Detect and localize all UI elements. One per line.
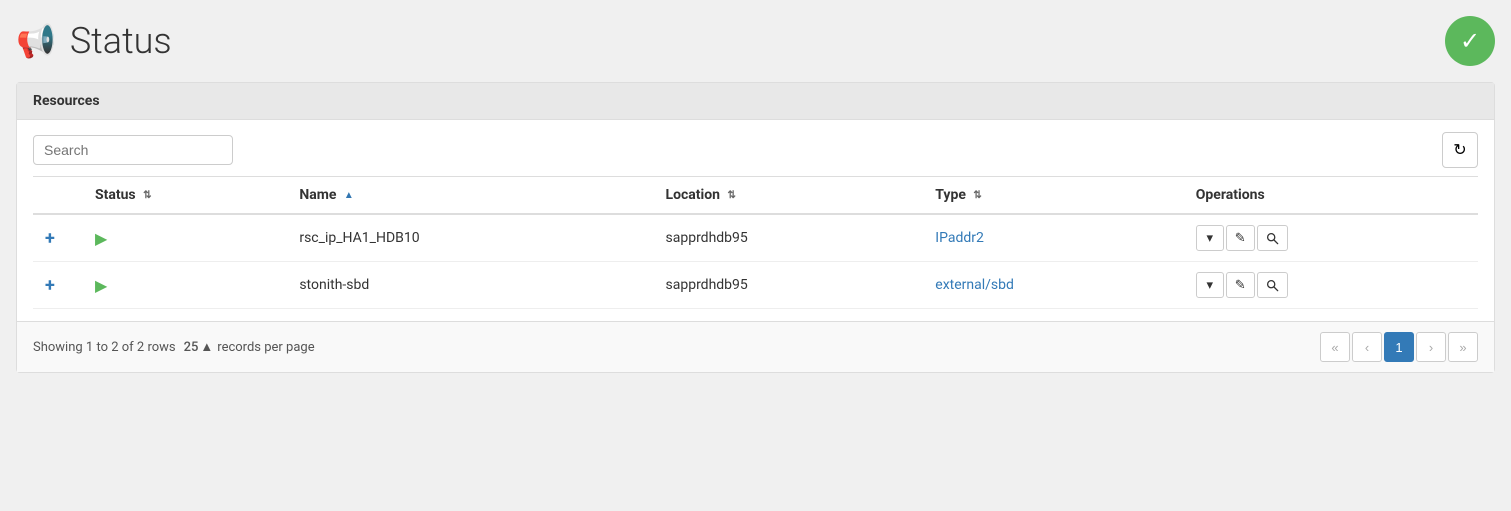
type-link[interactable]: IPaddr2 <box>935 230 984 246</box>
refresh-button[interactable]: ↻ <box>1442 132 1478 168</box>
page-title: Status <box>70 20 172 62</box>
panel-body: ↻ Status ⇅ Name ▲ Location ⇅ <box>17 120 1494 321</box>
col-name[interactable]: Name ▲ <box>287 177 653 215</box>
showing-text: Showing 1 to 2 of 2 rows <box>33 340 176 355</box>
ops-group: ▾✎ <box>1196 225 1466 251</box>
row-operations-cell: ▾✎ <box>1184 214 1478 262</box>
refresh-icon: ↻ <box>1453 140 1466 160</box>
col-location[interactable]: Location ⇅ <box>654 177 924 215</box>
row-expand-cell: + <box>33 262 83 309</box>
ops-dropdown-button[interactable]: ▾ <box>1196 272 1224 298</box>
panel-title: Resources <box>17 83 1494 120</box>
status-check-badge: ✓ <box>1445 16 1495 66</box>
pagination: « ‹ 1 › » <box>1320 332 1478 362</box>
panel-footer: Showing 1 to 2 of 2 rows 25 ▲ records pe… <box>17 321 1494 372</box>
resources-panel: Resources ↻ Status ⇅ Name ▲ <box>16 82 1495 373</box>
toolbar: ↻ <box>33 132 1478 168</box>
per-page-control: 25 ▲ records per page <box>184 339 315 355</box>
row-status-cell: ▶ <box>83 214 287 262</box>
pagination-page-1-button[interactable]: 1 <box>1384 332 1414 362</box>
per-page-arrow-icon: ▲ <box>200 339 213 355</box>
pagination-next-button[interactable]: › <box>1416 332 1446 362</box>
checkmark-icon: ✓ <box>1460 27 1480 55</box>
col-type[interactable]: Type ⇅ <box>923 177 1184 215</box>
ops-search-button[interactable] <box>1257 225 1288 251</box>
row-operations-cell: ▾✎ <box>1184 262 1478 309</box>
col-status[interactable]: Status ⇅ <box>83 177 287 215</box>
resources-table: Status ⇅ Name ▲ Location ⇅ Type ⇅ <box>33 176 1478 309</box>
ops-group: ▾✎ <box>1196 272 1466 298</box>
search-input[interactable] <box>33 135 233 165</box>
type-link[interactable]: external/sbd <box>935 277 1014 293</box>
row-name-cell: rsc_ip_HA1_HDB10 <box>287 214 653 262</box>
ops-dropdown-button[interactable]: ▾ <box>1196 225 1224 251</box>
add-icon[interactable]: + <box>45 275 55 296</box>
ops-search-button[interactable] <box>1257 272 1288 298</box>
records-per-page-label: records per page <box>217 340 314 355</box>
col-expand <box>33 177 83 215</box>
page-header: 📢 Status ✓ <box>16 16 1495 66</box>
row-expand-cell: + <box>33 214 83 262</box>
per-page-select[interactable]: 25 ▲ <box>184 339 214 355</box>
name-sort-icon: ▲ <box>344 190 354 201</box>
footer-info: Showing 1 to 2 of 2 rows 25 ▲ records pe… <box>33 339 315 355</box>
row-status-cell: ▶ <box>83 262 287 309</box>
running-icon: ▶ <box>95 229 107 248</box>
table-row: + ▶ rsc_ip_HA1_HDB10sapprdhdb95 IPaddr2 ▾✎ <box>33 214 1478 262</box>
type-sort-icon: ⇅ <box>973 190 981 201</box>
megaphone-icon: 📢 <box>16 22 56 60</box>
running-icon: ▶ <box>95 276 107 295</box>
col-operations: Operations <box>1184 177 1478 215</box>
ops-edit-button[interactable]: ✎ <box>1226 225 1255 251</box>
pagination-prev-button[interactable]: ‹ <box>1352 332 1382 362</box>
table-header-row: Status ⇅ Name ▲ Location ⇅ Type ⇅ <box>33 177 1478 215</box>
per-page-value: 25 <box>184 340 199 355</box>
row-name-cell: stonith-sbd <box>287 262 653 309</box>
pagination-last-button[interactable]: » <box>1448 332 1478 362</box>
add-icon[interactable]: + <box>45 228 55 249</box>
status-sort-icon: ⇅ <box>143 190 151 201</box>
location-sort-icon: ⇅ <box>727 190 735 201</box>
header-left: 📢 Status <box>16 20 172 62</box>
row-location-cell: sapprdhdb95 <box>654 214 924 262</box>
row-location-cell: sapprdhdb95 <box>654 262 924 309</box>
row-type-cell: external/sbd <box>923 262 1184 309</box>
ops-edit-button[interactable]: ✎ <box>1226 272 1255 298</box>
table-row: + ▶ stonith-sbdsapprdhdb95 external/sbd ▾✎ <box>33 262 1478 309</box>
pagination-first-button[interactable]: « <box>1320 332 1350 362</box>
row-type-cell: IPaddr2 <box>923 214 1184 262</box>
